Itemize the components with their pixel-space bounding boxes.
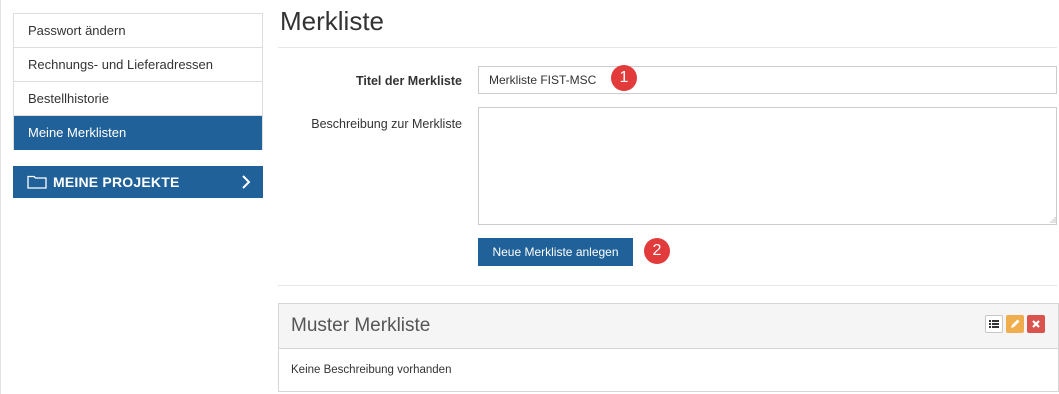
account-sidebar: Passwort ändern Rechnungs- und Lieferadr… bbox=[13, 13, 263, 198]
sidebar-item-password[interactable]: Passwort ändern bbox=[14, 14, 262, 48]
marker-badge-2: 2 bbox=[644, 238, 670, 264]
delete-icon bbox=[1032, 320, 1040, 328]
account-nav: Passwort ändern Rechnungs- und Lieferadr… bbox=[13, 13, 263, 150]
wishlist-description-textarea[interactable] bbox=[478, 107, 1057, 225]
edit-icon bbox=[1011, 319, 1020, 328]
wishlist-panel-header: Muster Merkliste bbox=[279, 304, 1058, 349]
wishlist-name: Muster Merkliste bbox=[291, 315, 431, 336]
title-divider bbox=[278, 47, 1057, 48]
form-separator bbox=[278, 285, 1057, 286]
resize-grip-icon bbox=[1050, 217, 1056, 223]
left-edge-border bbox=[0, 0, 1, 394]
wishlist-description: Keine Beschreibung vorhanden bbox=[291, 364, 452, 376]
chevron-right-icon bbox=[242, 175, 251, 189]
list-icon bbox=[989, 320, 999, 328]
sidebar-item-wishlists[interactable]: Meine Merklisten bbox=[14, 116, 262, 150]
main-content: Merkliste Titel der Merkliste 1 Beschrei… bbox=[278, 0, 1059, 394]
my-projects-button[interactable]: MEINE PROJEKTE bbox=[13, 166, 263, 198]
sidebar-item-addresses[interactable]: Rechnungs- und Lieferadressen bbox=[14, 48, 262, 82]
folder-icon bbox=[27, 175, 47, 189]
sidebar-item-order-history[interactable]: Bestellhistorie bbox=[14, 82, 262, 116]
wishlist-title-input[interactable] bbox=[478, 66, 1057, 94]
description-field-label: Beschreibung zur Merkliste bbox=[311, 117, 462, 131]
view-list-button[interactable] bbox=[985, 315, 1003, 333]
wishlist-panel: Muster Merkliste Keine Beschreibung vorh bbox=[278, 303, 1059, 392]
create-wishlist-button[interactable]: Neue Merkliste anlegen bbox=[478, 238, 633, 266]
my-projects-label: MEINE PROJEKTE bbox=[53, 174, 180, 190]
delete-wishlist-button[interactable] bbox=[1027, 315, 1045, 333]
marker-badge-1: 1 bbox=[611, 65, 637, 91]
title-field-label: Titel der Merkliste bbox=[355, 74, 462, 88]
edit-wishlist-button[interactable] bbox=[1006, 315, 1024, 333]
page-title: Merkliste bbox=[280, 6, 385, 36]
